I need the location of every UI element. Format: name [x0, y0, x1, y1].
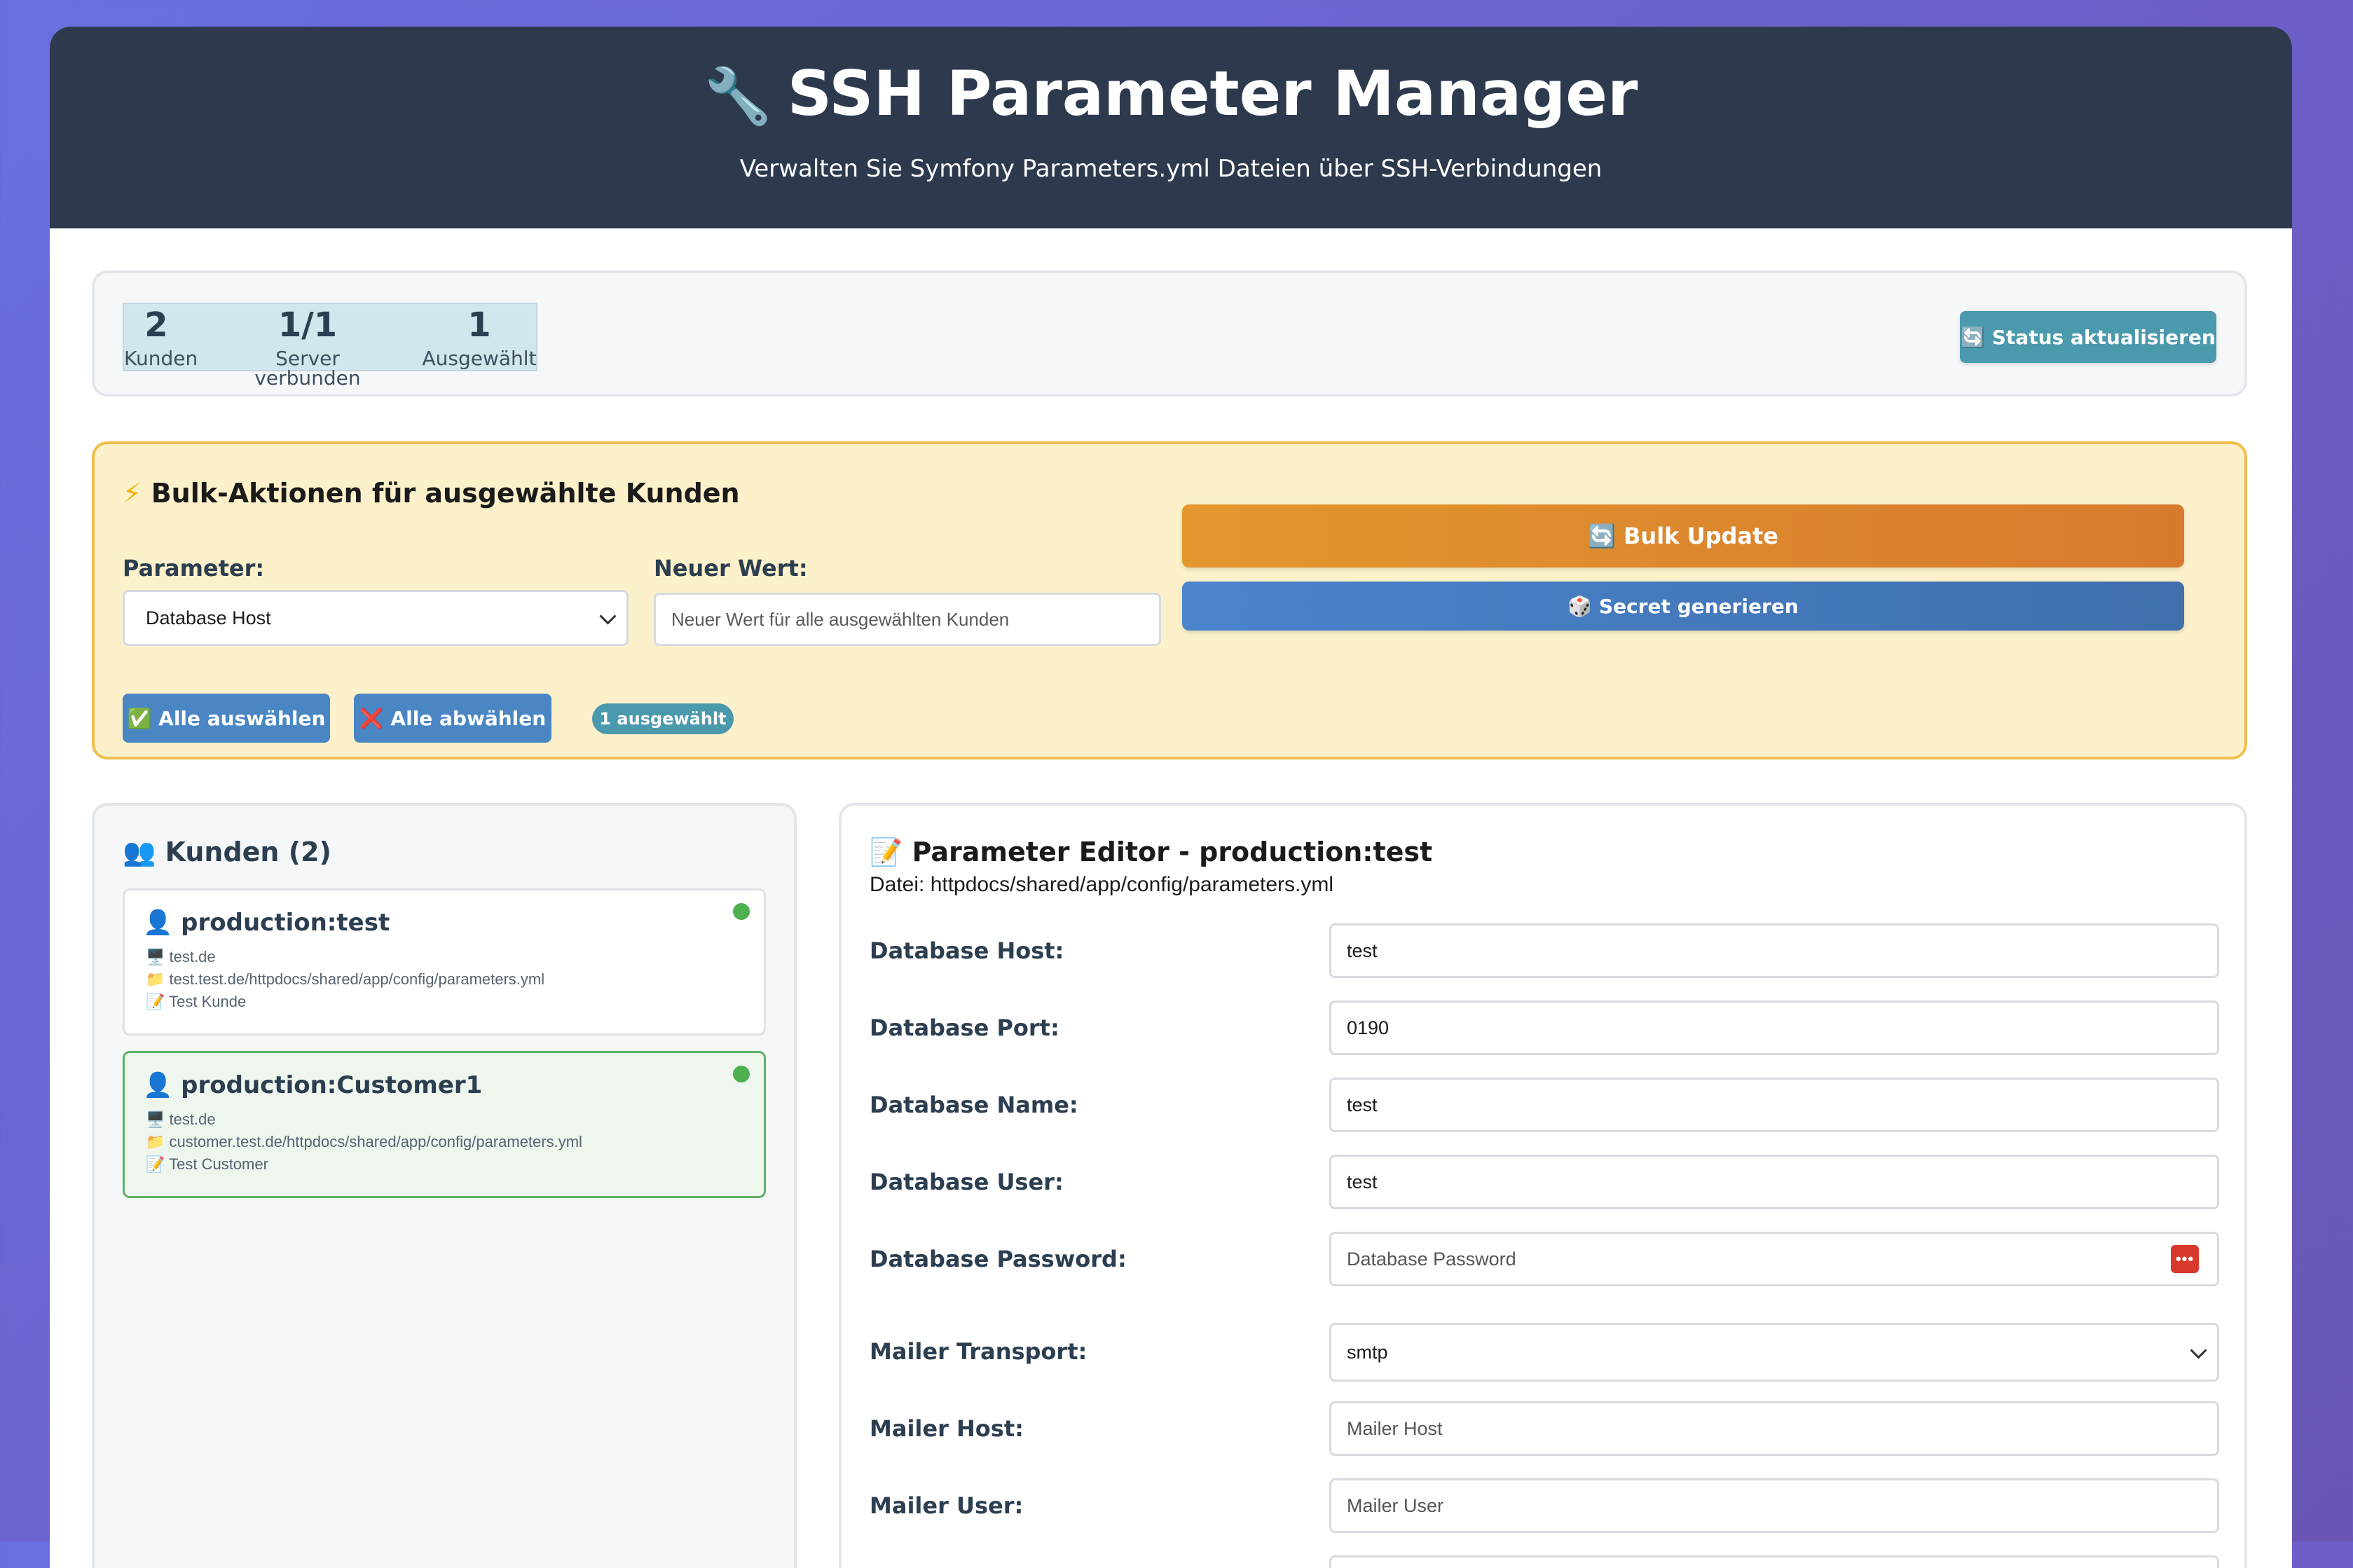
param-input-database-port[interactable]: 0190 — [1329, 1000, 2219, 1055]
stat-kunden: 2 Kunden — [124, 304, 198, 370]
param-label-mailer-transport: Mailer Transport: — [870, 1338, 1088, 1365]
param-input-mailer-host[interactable]: Mailer Host — [1329, 1401, 2219, 1456]
customer-card-selected[interactable]: 👤 production:Customer1 🖥️ test.de 📁 cust… — [123, 1051, 766, 1198]
chevron-down-icon — [599, 607, 617, 625]
customers-title: 👥 Kunden (2) — [123, 837, 331, 868]
customer-name: 👤 production:Customer1 — [143, 1071, 483, 1099]
stat-server-value: 1/1 — [277, 305, 338, 345]
customer-name-text: production:Customer1 — [181, 1071, 483, 1099]
bulk-actions-title-text: Bulk-Aktionen für ausgewählte Kunden — [151, 478, 740, 509]
parameter-select-value: Database Host — [146, 607, 271, 628]
customers-title-text: Kunden (2) — [165, 837, 331, 867]
param-input-database-name[interactable]: test — [1329, 1078, 2219, 1132]
stat-selected-label: Ausgewählt — [422, 347, 537, 370]
stat-selected-value: 1 — [467, 305, 491, 345]
bulk-actions-title: ⚡ Bulk-Aktionen für ausgewählte Kunden — [123, 478, 740, 509]
customers-panel: 👥 Kunden (2) 👤 production:test 🖥️ test.d… — [92, 803, 797, 1568]
customer-name: 👤 production:test — [143, 909, 390, 937]
wrench-icon: 🔧 — [704, 65, 772, 128]
param-label-database-name: Database Name: — [870, 1092, 1078, 1118]
parameter-select[interactable]: Database Host — [123, 590, 629, 646]
param-label-mailer-user: Mailer User: — [870, 1492, 1024, 1519]
mailer-transport-value: smtp — [1347, 1341, 1388, 1363]
bulk-actions-panel: ⚡ Bulk-Aktionen für ausgewählte Kunden Pa… — [92, 441, 2247, 759]
app-window: 🔧 SSH Parameter Manager Verwalten Sie Sym… — [50, 27, 2292, 1568]
customer-path: 📁 customer.test.de/httpdocs/shared/app/c… — [146, 1133, 582, 1150]
param-input-database-password[interactable]: Database Password ••• — [1329, 1232, 2219, 1286]
customer-card[interactable]: 👤 production:test 🖥️ test.de 📁 test.test… — [123, 888, 766, 1036]
customer-description-text: Test Kunde — [169, 993, 247, 1010]
param-input-next[interactable] — [1329, 1555, 2219, 1568]
stat-selected: 1 Ausgewählt — [421, 304, 537, 369]
customer-host-text: test.de — [169, 948, 216, 965]
stat-kunden-label: Kunden — [124, 347, 198, 370]
customer-description-text: Test Customer — [169, 1155, 268, 1173]
param-label-database-port: Database Port: — [870, 1015, 1059, 1041]
generate-secret-button[interactable]: 🎲 Secret generieren — [1182, 582, 2184, 631]
param-label-database-host: Database Host: — [870, 937, 1064, 964]
param-input-mailer-user[interactable]: Mailer User — [1329, 1478, 2219, 1533]
connection-status-dot — [733, 903, 750, 920]
customer-name-text: production:test — [181, 909, 390, 937]
param-input-database-user[interactable]: test — [1329, 1155, 2219, 1209]
editor-title-text: Parameter Editor - production:test — [912, 837, 1433, 867]
lightning-icon: ⚡ — [123, 478, 142, 509]
customer-path-text: customer.test.de/httpdocs/shared/app/con… — [169, 1133, 582, 1150]
bulk-update-button[interactable]: 🔄 Bulk Update — [1182, 504, 2184, 568]
customer-path: 📁 test.test.de/httpdocs/shared/app/confi… — [146, 970, 545, 988]
password-placeholder: Database Password — [1347, 1248, 1516, 1270]
new-value-label: Neuer Wert: — [654, 555, 808, 582]
users-icon: 👥 — [123, 837, 156, 867]
deselect-all-button[interactable]: ❌ Alle abwählen — [354, 694, 551, 743]
stat-server: 1/1 Server verbunden — [224, 304, 392, 388]
customer-description: 📝 Test Customer — [146, 1155, 268, 1173]
new-value-input[interactable]: Neuer Wert für alle ausgewählten Kunden — [654, 593, 1161, 646]
refresh-status-button[interactable]: 🔄 Status aktualisieren — [1960, 311, 2216, 363]
param-select-mailer-transport[interactable]: smtp — [1329, 1323, 2219, 1382]
stat-kunden-value: 2 — [144, 305, 168, 345]
customer-description: 📝 Test Kunde — [146, 993, 247, 1010]
parameter-label: Parameter: — [123, 555, 265, 582]
memo-icon: 📝 — [870, 837, 903, 867]
stats-summary: 2 Kunden 1/1 Server verbunden 1 Ausgewäh… — [123, 303, 537, 388]
app-header: 🔧 SSH Parameter Manager Verwalten Sie Sym… — [50, 27, 2292, 228]
connection-status-dot — [733, 1066, 750, 1082]
page-subtitle: Verwalten Sie Symfony Parameters.yml Dat… — [739, 155, 1603, 183]
page-title: 🔧 SSH Parameter Manager — [50, 63, 2292, 125]
editor-file-path: Datei: httpdocs/shared/app/config/parame… — [870, 873, 1334, 896]
parameter-editor-panel: 📝 Parameter Editor - production:test Dat… — [839, 803, 2247, 1568]
customer-host: 🖥️ test.de — [146, 948, 216, 965]
select-all-button[interactable]: ✅ Alle auswählen — [123, 694, 330, 743]
page-title-text: SSH Parameter Manager — [787, 57, 1638, 130]
customer-host: 🖥️ test.de — [146, 1110, 216, 1128]
password-manager-icon[interactable]: ••• — [2171, 1245, 2199, 1273]
param-label-mailer-host: Mailer Host: — [870, 1415, 1024, 1442]
customer-path-text: test.test.de/httpdocs/shared/app/config/… — [169, 970, 545, 988]
chevron-down-icon — [2190, 1342, 2207, 1359]
param-label-database-password: Database Password: — [870, 1246, 1127, 1272]
status-panel: 2 Kunden 1/1 Server verbunden 1 Ausgewäh… — [92, 270, 2247, 397]
customer-host-text: test.de — [169, 1110, 216, 1128]
param-input-database-host[interactable]: test — [1329, 923, 2219, 978]
selected-count-badge: 1 ausgewählt — [592, 703, 734, 734]
stat-server-label: Server verbunden — [254, 347, 361, 390]
param-label-database-user: Database User: — [870, 1169, 1064, 1195]
editor-title: 📝 Parameter Editor - production:test — [870, 837, 1432, 868]
